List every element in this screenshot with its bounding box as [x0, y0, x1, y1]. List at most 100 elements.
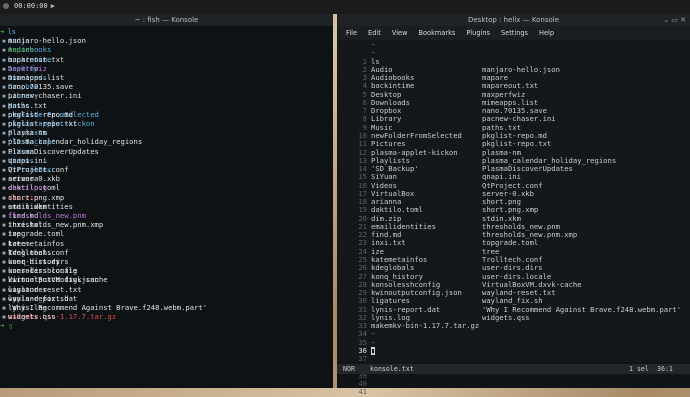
file-icon: ▪: [1, 128, 7, 138]
ls-entry-name: maperfwiz: [8, 63, 47, 73]
terminal-cursor[interactable]: ▯: [4, 321, 13, 330]
play-icon[interactable]: ▶: [51, 2, 55, 10]
right-window-title: Desktop : helix — Konsole ⌄ ▭ ✕: [337, 14, 690, 26]
konsole-window-left: ~ : fish — Konsole ➜ ls ▸ Audio ▸ Audiobooks ▸…: [0, 14, 333, 388]
helix-editor[interactable]: ~ ~1 ls 2 Audio manjaro-hello.json 3 Audiobooks…: [337, 40, 690, 396]
ls-entry: ▪ plasma_calendar_holiday_regions: [0, 137, 142, 146]
file-icon: ▪: [1, 91, 7, 101]
ls-entry: ▪ server-0.xkb: [0, 174, 60, 183]
line-text: widgets.qss: [482, 312, 530, 322]
ls-entry: ▪ VirtualBoxVM.dxvk-cache: [0, 275, 108, 284]
file-icon: ▪: [1, 82, 7, 92]
ls-entry: ▪ maperfwiz: [0, 64, 47, 73]
left-terminal[interactable]: ➜ ls ▸ Audio ▸ Audiobooks ▸ backintime ▸ Desktop ▸…: [0, 26, 333, 388]
menu-view[interactable]: View: [392, 26, 408, 40]
file-icon: ▪: [1, 146, 7, 156]
file-icon: ▪: [1, 155, 7, 165]
file-icon: ▪: [1, 266, 7, 276]
ls-entry: ▪ thresholds_new.pnm: [0, 211, 86, 220]
menu-edit[interactable]: Edit: [368, 26, 381, 40]
ls-entry: ▪ paths.txt: [0, 101, 47, 110]
file-icon: ▪: [1, 303, 7, 312]
prompt-arrow-icon: ➜: [0, 27, 5, 36]
selection-count: 1 sel: [629, 365, 649, 373]
ls-entry-name: manjaro-hello.json: [8, 36, 86, 46]
file-icon: ▪: [1, 137, 7, 147]
ls-entry-name: widgets.qss: [8, 312, 56, 322]
cursor-position: 36:1: [657, 365, 673, 373]
command-text: ls: [7, 27, 16, 36]
file-icon: ▪: [1, 275, 7, 285]
menu-plugins[interactable]: Plugins: [466, 26, 490, 40]
menu-file[interactable]: File: [346, 26, 357, 40]
ls-entry: ▪ widgets.qss: [0, 312, 56, 321]
ls-entry-name: pacnew-chaser.ini: [8, 91, 82, 101]
recording-time: 00:00:00: [14, 2, 48, 10]
screen-recorder-bar: 00:00:00 ▶: [0, 0, 690, 14]
line-text: makemkv-bin-1.17.7.tar.gz: [371, 321, 480, 331]
ls-entry-name: thresholds_new.pnm.xmp: [8, 220, 104, 230]
ls-entry: ▪ wayland-reset.txt: [0, 285, 82, 294]
ls-entry-name: VirtualBoxVM.dxvk-cache: [8, 275, 108, 285]
ls-entry-name: short.png: [8, 183, 47, 193]
file-name: konsole.txt: [370, 365, 414, 373]
file-icon: ▪: [1, 293, 7, 303]
right-title-text: Desktop : helix — Konsole: [467, 16, 560, 24]
ls-entry: ▪ wayland_fix.sh: [0, 294, 69, 303]
ls-entry: ▪ mapare: [0, 45, 34, 54]
ls-entry: ▪ user-dirs.locale: [0, 266, 77, 275]
prompt-line[interactable]: ➜ ▯: [0, 321, 13, 330]
ls-entry-name: pkglist-repo.txt: [8, 119, 78, 128]
file-icon: ▪: [1, 211, 7, 220]
record-dot-icon[interactable]: [3, 3, 9, 9]
file-icon: ▪: [1, 100, 7, 110]
file-icon: ▪: [1, 257, 7, 266]
ls-entry-name: 'Why I Recommend Against Brave.f248.webm…: [8, 303, 208, 312]
file-icon: ▪: [1, 201, 7, 211]
editor-mode: NOR: [343, 365, 355, 373]
ls-entry-name: mapareout.txt: [8, 54, 65, 64]
ls-entry: ▪ pkglist-repo.md: [0, 110, 73, 119]
file-icon: ▪: [1, 174, 7, 184]
window-controls[interactable]: ⌄ ▭ ✕: [663, 14, 686, 26]
file-icon: ▪: [1, 192, 7, 202]
ls-entry-name: pkglist-repo.md: [8, 109, 73, 119]
ls-entry: ▪ pacnew-chaser.ini: [0, 91, 82, 100]
file-icon: ▪: [1, 220, 7, 230]
ls-entry-name: server-0.xkb: [8, 174, 60, 184]
ls-entry-name: mapare: [8, 45, 34, 55]
ls-entry-name: tree: [8, 238, 26, 248]
file-icon: ▪: [1, 109, 7, 119]
file-icon: ▪: [1, 312, 7, 322]
left-window-title: ~ : fish — Konsole: [0, 14, 333, 26]
ls-entry-name: plasma-nm: [8, 128, 47, 138]
file-icon: ▪: [1, 36, 7, 46]
menu-help[interactable]: Help: [539, 26, 554, 40]
ls-entry-name: mimeapps.list: [8, 73, 65, 82]
prompt-line: ➜ ls: [0, 27, 16, 36]
ls-entry: ▪ pkglist-repo.txt: [0, 119, 77, 128]
ls-entry-name: Trolltech.conf: [8, 247, 69, 257]
ls-entry: ▪ nano.70135.save: [0, 82, 73, 91]
file-icon: ▪: [1, 183, 7, 193]
ls-entry: ▪ manjaro-hello.json: [0, 36, 86, 45]
file-icon: ▪: [1, 238, 7, 248]
ls-entry-name: wayland-reset.txt: [8, 284, 82, 294]
ls-entry-name: qnapi.ini: [8, 155, 47, 165]
ls-entry: ▪ tree: [0, 239, 25, 248]
ls-entry: ▪ plasma-nm: [0, 128, 47, 137]
ls-entry: ▪ QtProject.conf: [0, 165, 69, 174]
menu-settings[interactable]: Settings: [501, 26, 528, 40]
file-icon: ▪: [1, 165, 7, 174]
menu-bookmarks[interactable]: Bookmarks: [418, 26, 455, 40]
ls-entry-name: paths.txt: [8, 100, 47, 110]
ls-entry: ▪ user-dirs.dirs: [0, 257, 69, 266]
ls-entry-name: thresholds_new.pnm: [8, 211, 86, 220]
line-text: ▮: [371, 345, 376, 356]
ls-entry: ▪ short.png: [0, 183, 47, 192]
konsole-window-right: Desktop : helix — Konsole ⌄ ▭ ✕ File Edit…: [337, 14, 690, 396]
ls-entry: ▪ mapareout.txt: [0, 55, 64, 64]
ls-entry-name: PlasmaDiscoverUpdates: [8, 146, 99, 156]
file-icon: ▪: [1, 284, 7, 294]
menu-bar: File Edit View Bookmarks Plugins Settings Help: [337, 26, 690, 40]
